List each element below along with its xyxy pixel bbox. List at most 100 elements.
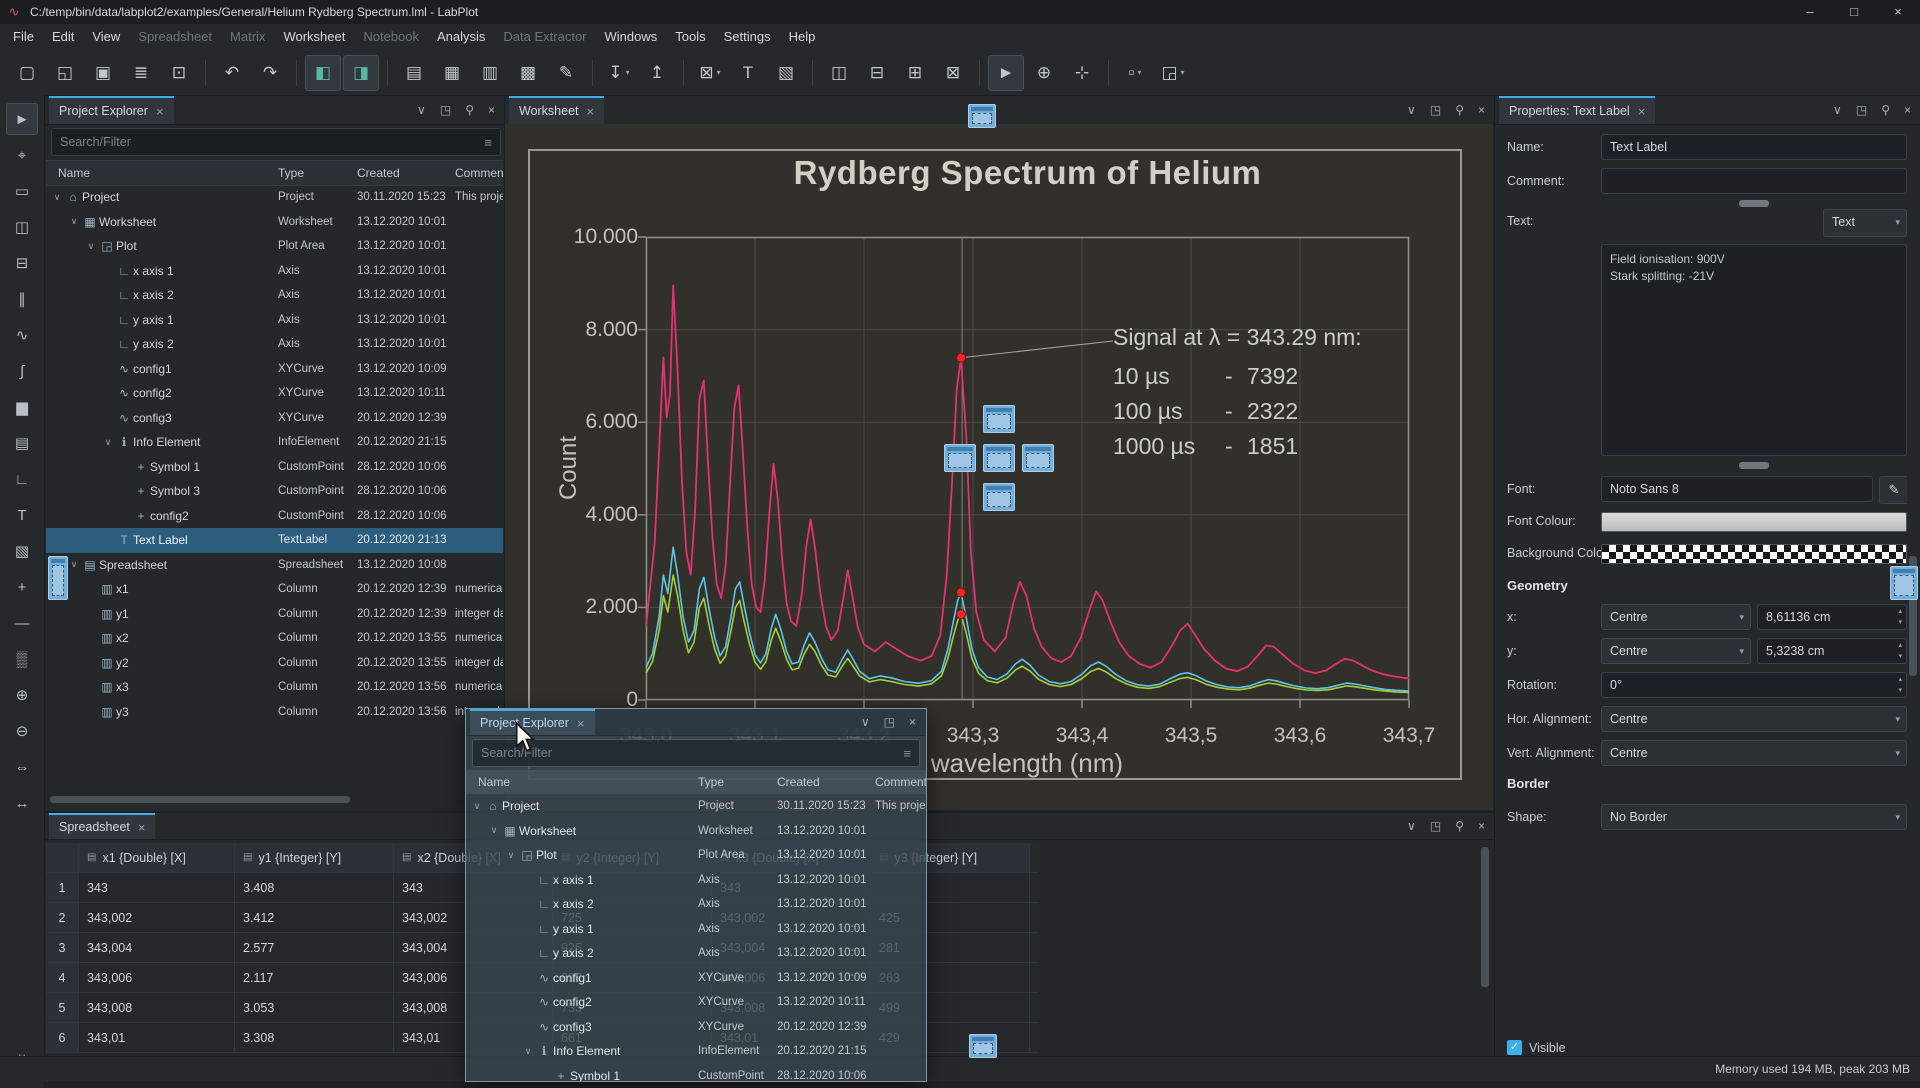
tree-row-info-element[interactable]: ∨ℹInfo ElementInfoElement20.12.2020 21:1… [46, 430, 503, 455]
close-icon[interactable]: × [577, 716, 585, 731]
select-tool-button[interactable]: ► [988, 55, 1024, 91]
selection-mode-button[interactable]: ▫▾ [1117, 55, 1153, 91]
add-axis-button[interactable]: ∟ [6, 463, 38, 495]
table-cell[interactable]: 3.408 [235, 873, 394, 903]
curve-config3[interactable] [646, 575, 1409, 693]
row-number[interactable]: 5 [46, 993, 79, 1023]
table-cell[interactable]: 343 [79, 873, 235, 903]
menu-matrix[interactable]: Matrix [221, 24, 274, 50]
add-text-label-button[interactable]: T [6, 499, 38, 531]
menu-settings[interactable]: Settings [715, 24, 780, 50]
dock-menu-icon[interactable]: ∨ [1407, 103, 1416, 117]
row-number[interactable]: 6 [46, 1023, 79, 1053]
menu-worksheet[interactable]: Worksheet [274, 24, 354, 50]
print-button[interactable]: ≣ [123, 55, 159, 91]
column-header-name[interactable]: Name [46, 166, 278, 180]
column-header-created[interactable]: Created [777, 775, 875, 789]
import-file-button[interactable]: ↧▾ [601, 55, 637, 91]
expander-icon[interactable]: ∨ [84, 241, 98, 252]
background-colour-swatch[interactable] [1601, 544, 1907, 564]
tree-row-worksheet[interactable]: ∨▦WorksheetWorksheet13.12.2020 10:01 [46, 210, 503, 235]
table-cell[interactable]: 2.117 [235, 963, 394, 993]
auto-scale-button[interactable]: ⇔ [6, 751, 38, 783]
font-edit-button[interactable]: ✎ [1879, 476, 1909, 504]
expander-icon[interactable]: ∨ [470, 801, 484, 812]
explorer-horizontal-scrollbar[interactable] [46, 794, 503, 805]
zoom-out-button[interactable]: ⊖ [6, 715, 38, 747]
add-xy-curve-button[interactable]: ∿ [6, 319, 38, 351]
table-cell[interactable]: 343,002 [79, 903, 235, 933]
close-icon[interactable]: × [138, 820, 146, 835]
column-header-y1[interactable]: ▤y1 {Integer} [Y] [235, 843, 394, 873]
cursor-lines-tool-button[interactable]: ∥ [6, 283, 38, 315]
zoom-mode-button[interactable]: ◲▾ [1155, 55, 1191, 91]
table-cell[interactable]: 3.412 [235, 903, 394, 933]
expander-icon[interactable]: ∨ [67, 559, 81, 570]
expander-icon[interactable]: ∨ [67, 216, 81, 227]
new-workbook-button[interactable]: ▦ [434, 55, 470, 91]
vertical-alignment-combo[interactable]: Centre▾ [1601, 740, 1907, 766]
filter-options-icon[interactable]: ≡ [903, 746, 919, 761]
plot-title[interactable]: Rydberg Spectrum of Helium [646, 154, 1409, 192]
close-icon[interactable]: × [587, 104, 595, 119]
grid-layout-button[interactable]: ⊞ [897, 55, 933, 91]
dock-float-icon[interactable]: ◳ [884, 715, 895, 729]
new-project-button[interactable]: ▢ [9, 55, 45, 91]
dock-close-icon[interactable]: × [1478, 103, 1485, 117]
row-number[interactable]: 3 [46, 933, 79, 963]
tree-row-spreadsheet[interactable]: ∨▤SpreadsheetSpreadsheet13.12.2020 10:08 [46, 553, 503, 578]
column-header-comment[interactable]: Comment [875, 775, 926, 789]
tab-worksheet[interactable]: Worksheet × [509, 96, 604, 124]
dock-pin-icon[interactable]: ⚲ [465, 103, 474, 117]
print-preview-button[interactable]: ⊡ [161, 55, 197, 91]
tree-row-x3[interactable]: ▥x3Column20.12.2020 13:56numerical [46, 675, 503, 700]
dock-pin-icon[interactable]: ⚲ [1881, 103, 1890, 117]
new-text-label-button[interactable]: T [730, 55, 766, 91]
tree-row-plot[interactable]: ∨◲PlotPlot Area13.12.2020 10:01 [466, 843, 926, 868]
menu-analysis[interactable]: Analysis [428, 24, 494, 50]
expander-icon[interactable]: ∨ [50, 192, 64, 203]
tab-properties-text-label[interactable]: Properties: Text Label × [1499, 96, 1655, 124]
menu-data-extractor[interactable]: Data Extractor [494, 24, 595, 50]
tree-row-config2[interactable]: ∿config2XYCurve13.12.2020 10:11 [46, 381, 503, 406]
dock-float-icon[interactable]: ◳ [1430, 819, 1441, 833]
add-reference-line-button[interactable]: — [6, 607, 38, 639]
tree-row-y2[interactable]: ▥y2Column20.12.2020 13:55integer da [46, 651, 503, 676]
comment-field[interactable] [1601, 168, 1907, 194]
zoom-select-tool-button[interactable]: ⊹ [1064, 55, 1100, 91]
zoom-selection-tool-button[interactable]: ▭ [6, 175, 38, 207]
dock-float-icon[interactable]: ◳ [1430, 103, 1441, 117]
open-project-button[interactable]: ◱ [47, 55, 83, 91]
y-position-spinbox[interactable]: 5,3238 cm▴▾ [1757, 638, 1907, 664]
menu-file[interactable]: File [4, 24, 43, 50]
menu-notebook[interactable]: Notebook [354, 24, 428, 50]
tab-spreadsheet[interactable]: Spreadsheet × [49, 813, 155, 839]
column-header-type[interactable]: Type [278, 166, 357, 180]
tree-row-symbol-1[interactable]: +Symbol 1CustomPoint28.12.2020 10:06 [466, 1064, 926, 1083]
tree-row-y-axis-1[interactable]: ∟y axis 1Axis13.12.2020 10:01 [46, 308, 503, 333]
table-cell[interactable]: 343,006 [79, 963, 235, 993]
tree-row-x-axis-2[interactable]: ∟x axis 2Axis13.12.2020 10:01 [46, 283, 503, 308]
dock-menu-icon[interactable]: ∨ [1407, 819, 1416, 833]
table-cell[interactable]: 343,01 [79, 1023, 235, 1053]
search-input[interactable] [52, 135, 484, 149]
search-input[interactable] [473, 746, 903, 760]
dock-close-icon[interactable]: × [909, 715, 916, 729]
custom-point-marker-2[interactable] [957, 588, 966, 597]
add-legend-button[interactable]: ▤ [6, 427, 38, 459]
dock-menu-icon[interactable]: ∨ [1833, 103, 1842, 117]
tab-project-explorer[interactable]: Project Explorer × [49, 96, 174, 124]
row-number[interactable]: 1 [46, 873, 79, 903]
custom-point-marker-3[interactable] [957, 610, 966, 619]
redo-button[interactable]: ↷ [252, 55, 288, 91]
tree-row-config3[interactable]: ∿config3XYCurve20.12.2020 12:39 [466, 1015, 926, 1040]
expander-icon[interactable]: ∨ [487, 825, 501, 836]
new-spreadsheet-button[interactable]: ▥ [472, 55, 508, 91]
expander-icon[interactable]: ∨ [521, 1046, 535, 1057]
menu-help[interactable]: Help [780, 24, 825, 50]
column-header-name[interactable]: Name [466, 775, 698, 789]
close-button[interactable]: × [1876, 0, 1920, 24]
resize-grip[interactable] [1739, 200, 1769, 207]
new-datapicker-button[interactable]: ✎ [548, 55, 584, 91]
tree-row-x-axis-1[interactable]: ∟x axis 1Axis13.12.2020 10:01 [46, 259, 503, 284]
